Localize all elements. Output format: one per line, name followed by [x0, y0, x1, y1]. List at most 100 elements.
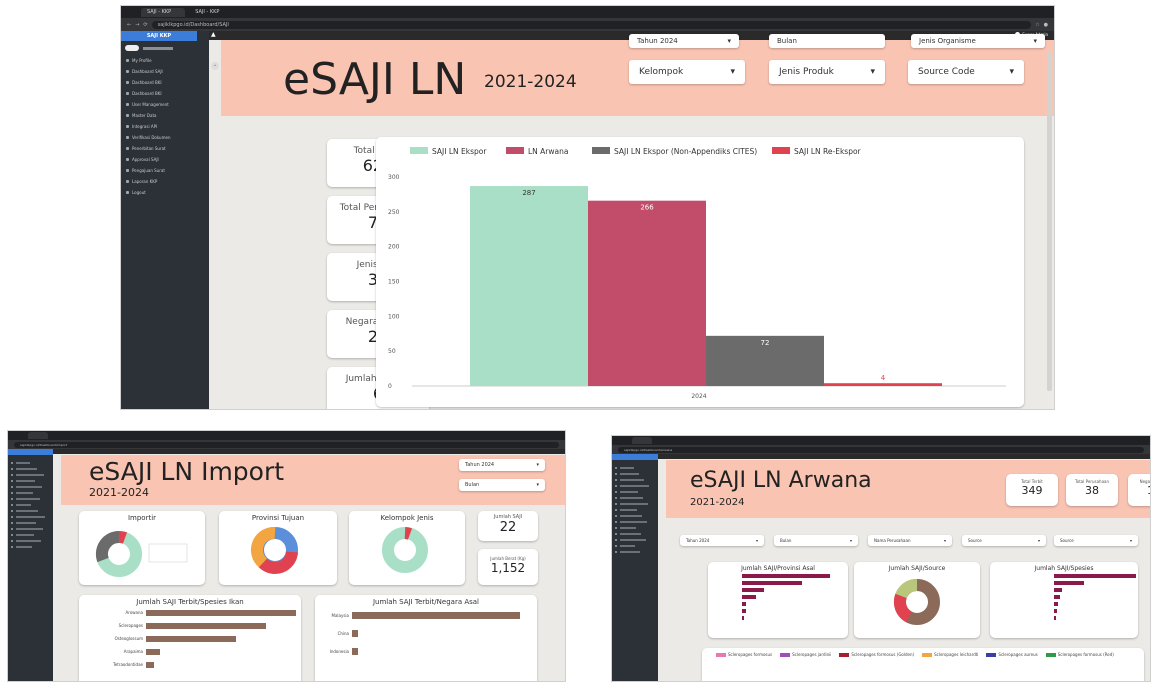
country-label: China — [337, 630, 349, 636]
sidebar-item[interactable]: Integrasi API — [121, 121, 197, 132]
back-icon[interactable]: ← — [127, 22, 131, 28]
filter-select[interactable]: Tahun 2024 ▾ — [680, 535, 764, 546]
month-select[interactable]: Bulan — [769, 34, 885, 48]
url-field[interactable]: sajiklkpgo.id/Dashboard/Arwana — [618, 446, 1144, 453]
species-bar[interactable] — [146, 648, 160, 655]
sidebar-item[interactable]: Approval SAJI — [121, 154, 197, 165]
filter-select[interactable]: Source ▾ — [962, 535, 1046, 546]
sidebar-item[interactable]: Penerbitan Surat — [121, 143, 197, 154]
provinsi-bar[interactable] — [742, 608, 746, 613]
legend-item[interactable]: Scleropages formosus (Golden) — [839, 652, 914, 657]
provinsi-bar[interactable] — [742, 587, 764, 592]
kelompok-select[interactable]: Kelompok ▾ — [629, 60, 745, 84]
filter-select[interactable]: Nama Perusahaan ▾ — [868, 535, 952, 546]
sidebar-item[interactable] — [612, 549, 658, 555]
legend-item[interactable]: Scleropages leichardti — [922, 652, 978, 657]
sidebar-item[interactable]: Dashboard BKI — [121, 88, 197, 99]
country-bar[interactable] — [352, 629, 358, 637]
sidebar-item-line — [620, 521, 647, 523]
sidebar-item-line — [16, 492, 33, 494]
jenis-produk-select[interactable]: Jenis Produk ▾ — [769, 60, 885, 84]
browser-tab-active[interactable]: SAJI - KKP — [141, 7, 186, 17]
url-field[interactable]: sajiklkpgo.id/Dashboard/SAJI — [151, 20, 1032, 29]
legend-item[interactable]: Scleropages aureus — [986, 652, 1038, 657]
month-select[interactable]: Bulan ▾ — [459, 479, 545, 491]
year-select[interactable]: Tahun 2024 ▾ — [629, 34, 739, 48]
url-field[interactable]: sajiklkpgo.id/Dashboard/Import — [14, 441, 559, 448]
legend-item[interactable]: Scleropages formosus — [716, 652, 772, 657]
sidebar-item-line — [16, 534, 34, 536]
species-bar[interactable] — [146, 635, 236, 642]
header-banner: eSAJI LN Import 2021-2024 Tahun 2024 ▾ Bu… — [61, 455, 565, 505]
spesies-bar[interactable] — [1054, 615, 1056, 620]
species-bar[interactable] — [146, 609, 296, 616]
legend-label: SAJI LN Re-Ekspor — [794, 147, 862, 156]
star-icon[interactable]: ☆ — [1035, 22, 1039, 28]
legend-label: Scleropages formosus (Red) — [1057, 652, 1114, 657]
country-bar[interactable] — [352, 611, 520, 619]
provinsi-row — [708, 593, 848, 600]
sidebar-item[interactable]: Verifikasi Dokumen — [121, 132, 197, 143]
menu-item-icon — [615, 485, 617, 487]
sidebar-item-line — [16, 480, 35, 482]
menu-item-icon — [126, 147, 129, 150]
scrollbar[interactable] — [1047, 51, 1052, 391]
bar[interactable] — [470, 186, 588, 386]
organism-select[interactable]: Jenis Organisme ▾ — [911, 34, 1045, 48]
provinsi-bar[interactable] — [742, 594, 756, 599]
browser-tab[interactable]: SAJI - KKP — [189, 8, 233, 17]
menu-item-icon — [615, 515, 617, 517]
bar[interactable] — [824, 383, 942, 386]
country-row: Indonesia — [315, 642, 537, 660]
spesies-bar[interactable] — [1054, 601, 1058, 606]
sidebar-item[interactable]: Dashboard SAJI — [121, 66, 197, 77]
browser-tab-bar — [612, 436, 1150, 445]
browser-tab-active[interactable] — [632, 437, 652, 444]
filter-select-value: Nama Perusahaan — [874, 538, 911, 543]
species-bar[interactable] — [146, 661, 154, 668]
source-code-select[interactable]: Source Code ▾ — [908, 60, 1024, 84]
spesies-bar[interactable] — [1054, 608, 1057, 613]
species-bar[interactable] — [146, 622, 266, 629]
menu-toggle-icon[interactable]: ▲ — [211, 31, 216, 38]
species-label: Osteoglossum — [114, 636, 143, 641]
spesies-bar[interactable] — [1054, 573, 1136, 578]
legend-item[interactable]: Scleropages jardinii — [780, 652, 831, 657]
sidebar-item[interactable]: Laporan KKP — [121, 176, 197, 187]
sidebar-item[interactable]: User Management — [121, 99, 197, 110]
sidebar-item[interactable]: My Profile — [121, 55, 197, 66]
menu-item-icon — [615, 509, 617, 511]
sidebar-item[interactable]: Master Data — [121, 110, 197, 121]
profile-icon[interactable]: ● — [1044, 22, 1048, 28]
filter-select[interactable]: Bulan ▾ — [774, 535, 858, 546]
spesies-bar[interactable] — [1054, 594, 1060, 599]
menu-item-icon — [126, 81, 129, 84]
kelompok-donut — [382, 527, 428, 573]
bar[interactable] — [588, 200, 706, 386]
provinsi-bar[interactable] — [742, 601, 746, 606]
provinsi-bar[interactable] — [742, 615, 744, 620]
provinsi-bar[interactable] — [742, 580, 802, 585]
filter-select[interactable]: Source ▾ — [1054, 535, 1138, 546]
sidebar-item-line — [16, 462, 30, 464]
url-text: sajiklkpgo.id/Dashboard/Arwana — [624, 447, 673, 452]
reload-icon[interactable]: ⟳ — [143, 22, 147, 28]
legend-label: LN Arwana — [528, 147, 568, 156]
spesies-bar[interactable] — [1054, 580, 1084, 585]
sidebar-item[interactable]: Logout — [121, 187, 197, 198]
chevron-down-icon: ▾ — [849, 538, 852, 543]
spesies-bar[interactable] — [1054, 587, 1062, 592]
legend-item[interactable]: Scleropages formosus (Red) — [1045, 652, 1114, 657]
year-select[interactable]: Tahun 2024 ▾ — [459, 459, 545, 471]
page-title: eSAJI LN — [283, 54, 467, 105]
forward-icon[interactable]: → — [135, 22, 139, 28]
sidebar-item-line — [16, 510, 38, 512]
sidebar-item[interactable]: Pengajuan Surat — [121, 165, 197, 176]
sidebar-item[interactable]: Dashboard BKI — [121, 77, 197, 88]
sidebar-item[interactable] — [8, 544, 53, 550]
provinsi-bar[interactable] — [742, 573, 830, 578]
country-bar[interactable] — [352, 647, 358, 655]
y-tick-label: 150 — [388, 279, 400, 286]
browser-tab-active[interactable] — [28, 432, 48, 439]
species-row: Scleropages — [79, 619, 301, 632]
